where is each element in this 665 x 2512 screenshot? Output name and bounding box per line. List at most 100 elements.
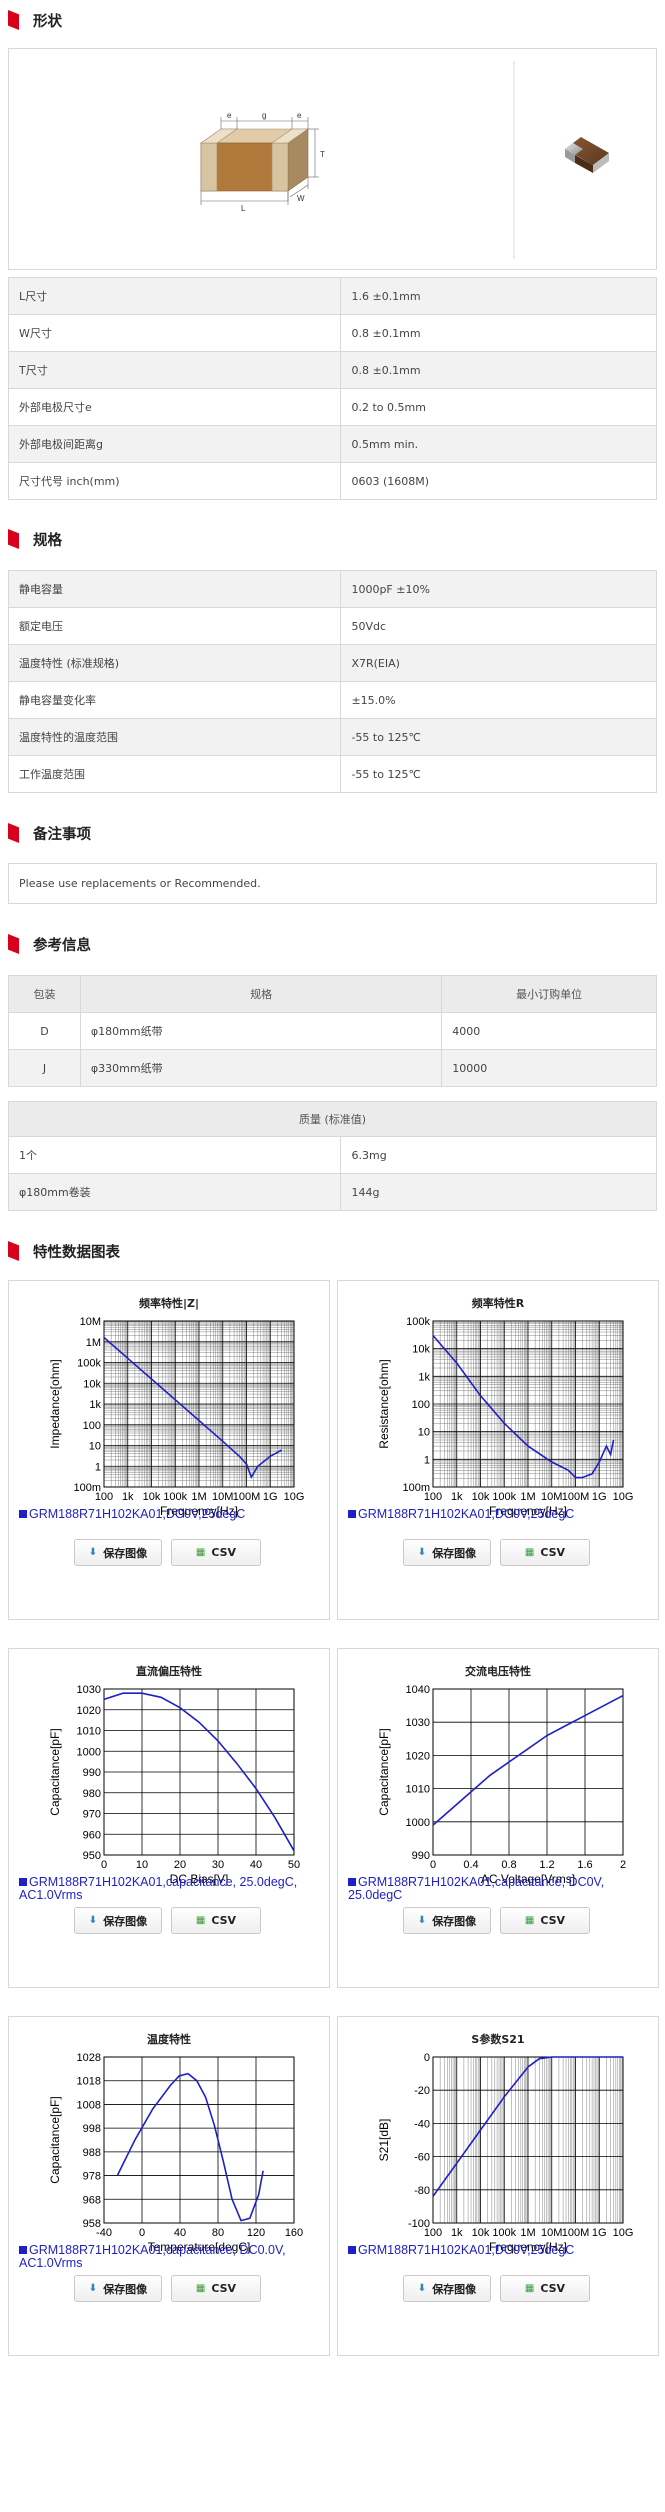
y-tick-label: 1040 bbox=[406, 1684, 430, 1696]
x-tick-label: 10M bbox=[541, 2227, 562, 2239]
x-tick-label: 0 bbox=[139, 2227, 145, 2239]
section-title: 规格 bbox=[33, 532, 62, 549]
table-row: L尺寸 1.6 ±0.1mm bbox=[7, 277, 657, 315]
table-row: 工作温度范围 -55 to 125℃ bbox=[7, 755, 657, 793]
save-image-button[interactable]: ⬇ 保存图像 bbox=[403, 1907, 491, 1934]
save-image-button[interactable]: ⬇ 保存图像 bbox=[74, 2275, 162, 2302]
x-tick-label: 10 bbox=[136, 1859, 148, 1871]
chart-title: 频率特性R bbox=[471, 1297, 525, 1310]
x-tick-label: 10G bbox=[613, 2227, 634, 2239]
y-tick-label: 1010 bbox=[77, 1726, 101, 1738]
y-axis-label: Impedance[ohm] bbox=[48, 1359, 62, 1448]
csv-button[interactable]: ▦ CSV bbox=[500, 1907, 590, 1934]
y-tick-label: 100k bbox=[77, 1358, 101, 1370]
section-header-shape: 形状 bbox=[8, 6, 62, 34]
y-tick-label: 1020 bbox=[77, 1705, 101, 1717]
legend-text: GRM188R71H102KA01,capacitance, DC0.0V, A… bbox=[19, 2243, 286, 2270]
spreadsheet-icon: ▦ bbox=[195, 1547, 206, 1558]
y-tick-label: -20 bbox=[414, 2085, 430, 2097]
y-tick-label: 998 bbox=[83, 2123, 101, 2135]
y-tick-label: 960 bbox=[83, 1829, 101, 1841]
dim-label-t: T bbox=[320, 150, 325, 159]
table-row: 静电容量 1000pF ±10% bbox=[7, 570, 657, 608]
x-tick-label: 0 bbox=[101, 1859, 107, 1871]
download-icon: ⬇ bbox=[417, 1547, 427, 1558]
x-tick-label: 10M bbox=[541, 1491, 562, 1503]
chart-legend: GRM188R71H102KA01,capacitance, 25.0degC,… bbox=[19, 1876, 319, 1902]
x-tick-label: 10k bbox=[472, 2227, 490, 2239]
table-row: Dφ180mm纸带 4000 bbox=[8, 1012, 657, 1050]
x-tick-label: 50 bbox=[288, 1859, 300, 1871]
notes-box: Please use replacements or Recommended. bbox=[8, 863, 657, 904]
x-tick-label: 1.6 bbox=[577, 1859, 592, 1871]
save-image-button[interactable]: ⬇ 保存图像 bbox=[74, 1907, 162, 1934]
save-image-label: 保存图像 bbox=[432, 1546, 477, 1560]
dim-label-e2: e bbox=[297, 111, 302, 120]
legend-text: GRM188R71H102KA01,capacitance, DC0V, 25.… bbox=[348, 1875, 605, 1902]
x-tick-label: 1G bbox=[592, 2227, 607, 2239]
y-tick-label: 1k bbox=[418, 1371, 430, 1383]
csv-label: CSV bbox=[540, 1546, 566, 1559]
y-tick-label: 10k bbox=[412, 1344, 430, 1356]
csv-button[interactable]: ▦ CSV bbox=[171, 1907, 261, 1934]
table-row: 尺寸代号 inch(mm) 0603 (1608M) bbox=[7, 462, 657, 500]
csv-label: CSV bbox=[540, 2282, 566, 2295]
save-image-label: 保存图像 bbox=[432, 2282, 477, 2296]
red-flag-icon bbox=[8, 10, 19, 30]
chart-svg: 100 1k 10k 100k 1M 10M 100M 1G 10G100m1101001k10… bbox=[48, 1316, 304, 1518]
capacitor-photo-icon bbox=[565, 137, 609, 173]
download-icon: ⬇ bbox=[88, 2283, 98, 2294]
packaging-table: 包装 规格 最小订购单位 Dφ180mm纸带 4000 Jφ330mm纸带 10000 bbox=[8, 975, 657, 1087]
save-image-button[interactable]: ⬇ 保存图像 bbox=[403, 2275, 491, 2302]
y-axis-label: S21[dB] bbox=[377, 2119, 391, 2162]
capacitor-drawing-icon bbox=[200, 128, 309, 192]
legend-text: GRM188R71H102KA01,capacitance, 25.0degC,… bbox=[19, 1875, 298, 1902]
x-tick-label: 2 bbox=[620, 1859, 626, 1871]
save-image-button[interactable]: ⬇ 保存图像 bbox=[403, 1539, 491, 1566]
y-tick-label: 970 bbox=[83, 1809, 101, 1821]
x-tick-label: 10k bbox=[472, 1491, 490, 1503]
y-tick-label: 100m bbox=[73, 1482, 101, 1494]
spreadsheet-icon: ▦ bbox=[524, 2283, 535, 2294]
csv-button[interactable]: ▦ CSV bbox=[171, 1539, 261, 1566]
chart-title: 直流偏压特性 bbox=[136, 1665, 202, 1678]
chart-svg: 100 1k 10k 100k 1M 10M 100M 1G 10G-100-80-60-40-… bbox=[377, 2052, 634, 2254]
y-tick-label: 980 bbox=[83, 1788, 101, 1800]
download-icon: ⬇ bbox=[417, 1915, 427, 1926]
table-row: 温度特性 (标准规格) X7R(EIA) bbox=[7, 644, 657, 682]
x-tick-label: 10G bbox=[613, 1491, 634, 1503]
y-tick-label: 100m bbox=[402, 1482, 430, 1494]
x-tick-label: 40 bbox=[250, 1859, 262, 1871]
legend-marker-icon bbox=[348, 1878, 356, 1886]
y-axis-label: Capacitance[pF] bbox=[48, 2096, 62, 2183]
dc-bias-chart: 直流偏压特性 0 10 20 30 40 50 950 960 970 980 990 1000 1010… bbox=[8, 1648, 330, 1988]
dim-label-g: g bbox=[262, 111, 266, 120]
csv-button[interactable]: ▦ CSV bbox=[500, 2275, 590, 2302]
x-tick-label: 100M bbox=[562, 1491, 590, 1503]
y-tick-label: 10k bbox=[83, 1378, 101, 1390]
y-tick-label: 1000 bbox=[77, 1746, 101, 1758]
dim-label-w: W bbox=[297, 194, 305, 203]
x-tick-label: 0.8 bbox=[501, 1859, 516, 1871]
csv-label: CSV bbox=[211, 2282, 237, 2295]
csv-button[interactable]: ▦ CSV bbox=[171, 2275, 261, 2302]
legend-marker-icon bbox=[348, 2246, 356, 2254]
section-header-notes: 备注事项 bbox=[8, 819, 91, 847]
csv-button[interactable]: ▦ CSV bbox=[500, 1539, 590, 1566]
red-flag-icon bbox=[8, 1241, 19, 1261]
save-image-button[interactable]: ⬇ 保存图像 bbox=[74, 1539, 162, 1566]
red-flag-icon bbox=[8, 823, 19, 843]
y-axis-label: Capacitance[pF] bbox=[48, 1728, 62, 1815]
table-row: W尺寸 0.8 ±0.1mm bbox=[7, 314, 657, 352]
x-tick-label: 40 bbox=[174, 2227, 186, 2239]
legend-text: GRM188R71H102KA01,DC0V,25degC bbox=[29, 1507, 246, 1521]
section-header-reference: 参考信息 bbox=[8, 930, 91, 958]
y-tick-label: 1028 bbox=[77, 2052, 101, 2064]
x-tick-label: 100k bbox=[492, 1491, 516, 1503]
mass-table: 质量 (标准值) 1个 6.3mg φ180mm卷装 144g bbox=[7, 1101, 657, 1211]
y-tick-label: -60 bbox=[414, 2152, 430, 2164]
chart-svg: -40 0 40 80 120 16095896897898899810081018102… bbox=[48, 2052, 303, 2254]
y-tick-label: 1030 bbox=[77, 1684, 101, 1696]
x-tick-label: 0 bbox=[430, 1859, 436, 1871]
y-tick-label: 1020 bbox=[406, 1750, 430, 1762]
